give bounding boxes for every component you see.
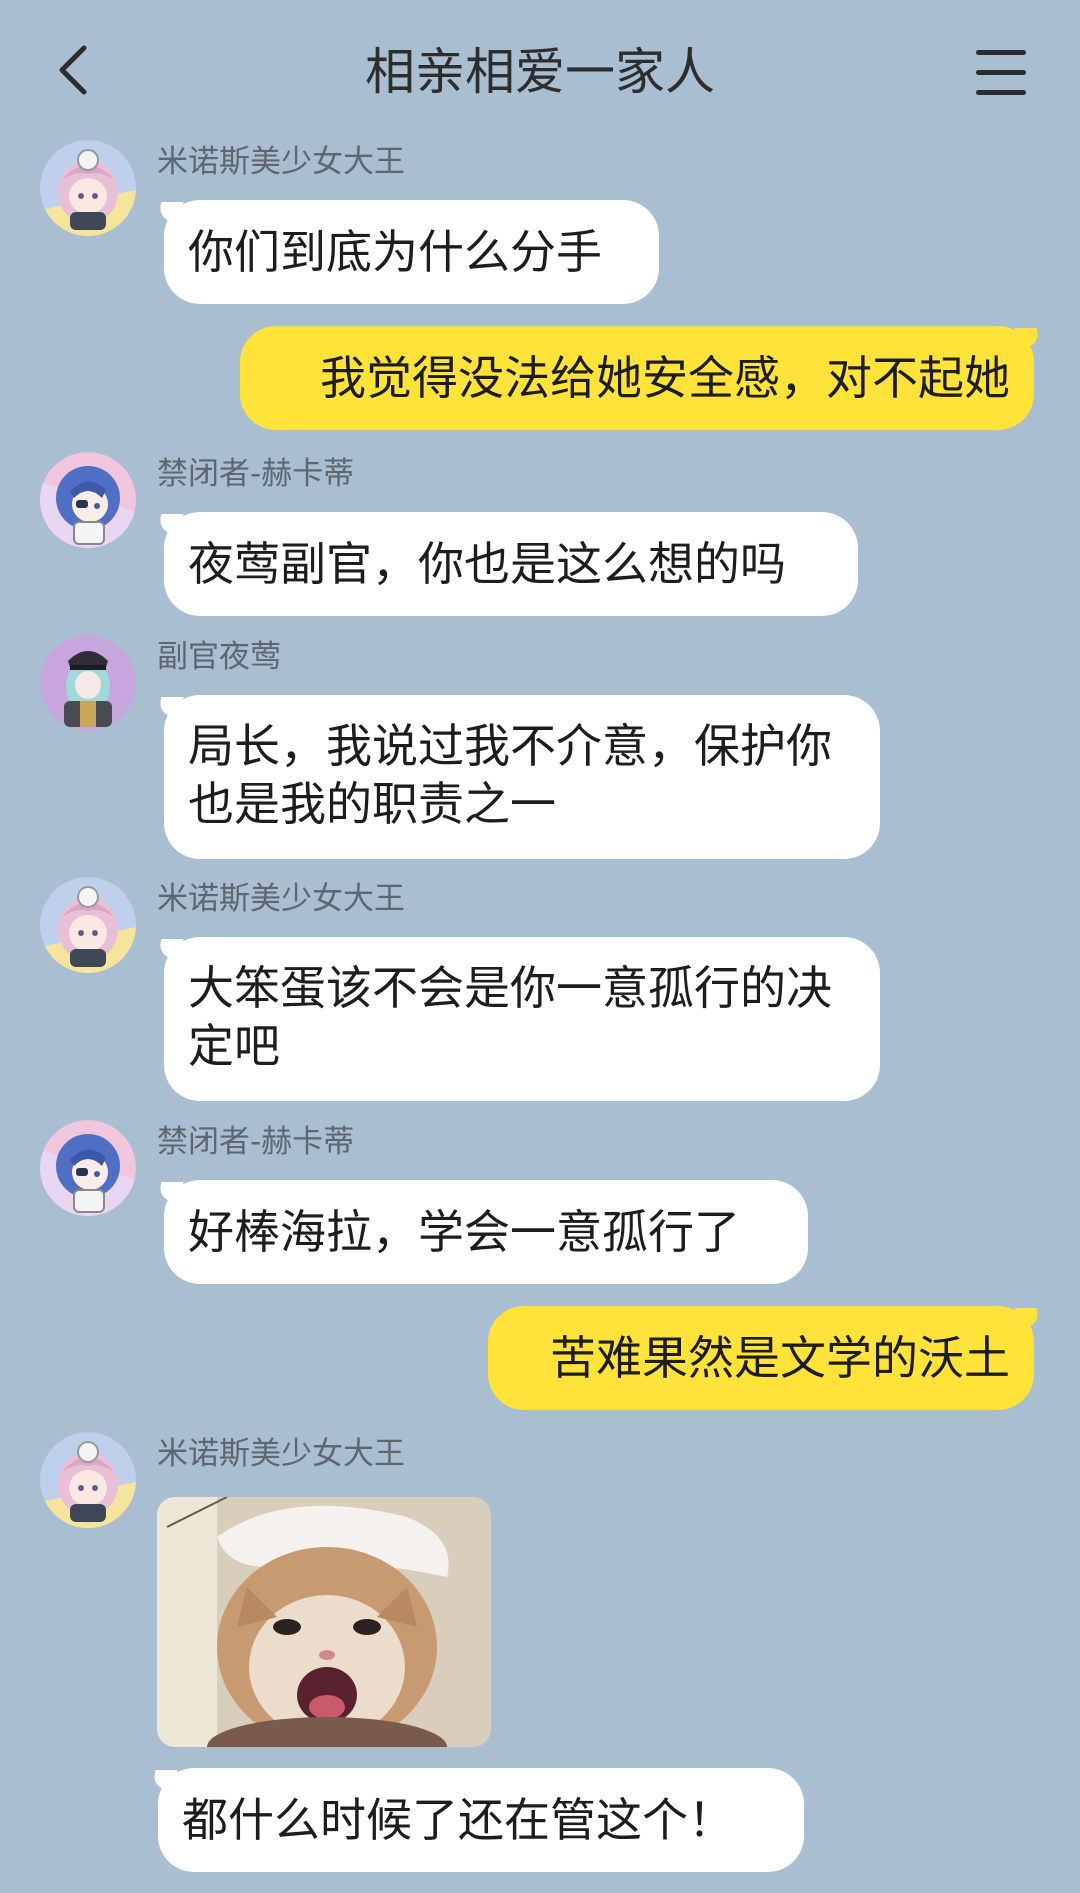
message-bubble[interactable]: 都什么时候了还在管这个！ [158, 1768, 804, 1872]
anime-girl-blue-hair-avatar [40, 452, 136, 548]
anime-girl-military-cap-avatar [40, 635, 136, 731]
anime-girl-pink-hair-avatar [40, 877, 136, 973]
sender-name: 禁闭者-赫卡蒂 [157, 1124, 355, 1160]
message-bubble[interactable]: 局长，我说过我不介意，保护你也是我的职责之一 [164, 695, 880, 859]
message-bubble-outgoing[interactable]: 苦难果然是文学的沃土 [488, 1306, 1034, 1410]
sender-name: 禁闭者-赫卡蒂 [157, 456, 355, 492]
sticker-image[interactable] [157, 1497, 491, 1747]
avatar-minos[interactable] [40, 877, 136, 973]
sender-name: 米诺斯美少女大王 [157, 881, 405, 917]
message-bubble[interactable]: 大笨蛋该不会是你一意孤行的决定吧 [164, 937, 880, 1101]
message-bubble-outgoing[interactable]: 我觉得没法给她安全感，对不起她 [240, 326, 1034, 430]
message-bubble[interactable]: 夜莺副官，你也是这么想的吗 [164, 512, 858, 616]
top-bar: 相亲相爱一家人 [0, 0, 1080, 140]
anime-girl-pink-hair-avatar [40, 1432, 136, 1528]
sender-name: 米诺斯美少女大王 [157, 1436, 405, 1472]
anime-girl-pink-hair-avatar [40, 140, 136, 236]
chat-title: 相亲相爱一家人 [365, 43, 715, 101]
message-bubble[interactable]: 好棒海拉，学会一意孤行了 [164, 1180, 808, 1284]
avatar-nightingale[interactable] [40, 635, 136, 731]
avatar-minos[interactable] [40, 1432, 136, 1528]
menu-button[interactable] [976, 48, 1028, 98]
avatar-hecate[interactable] [40, 452, 136, 548]
avatar-hecate[interactable] [40, 1120, 136, 1216]
anime-girl-blue-hair-avatar [40, 1120, 136, 1216]
message-bubble[interactable]: 你们到底为什么分手 [164, 200, 659, 304]
sender-name: 米诺斯美少女大王 [157, 144, 405, 180]
crying-kitten-sticker [157, 1497, 491, 1747]
avatar-minos[interactable] [40, 140, 136, 236]
sender-name: 副官夜莺 [157, 639, 281, 675]
